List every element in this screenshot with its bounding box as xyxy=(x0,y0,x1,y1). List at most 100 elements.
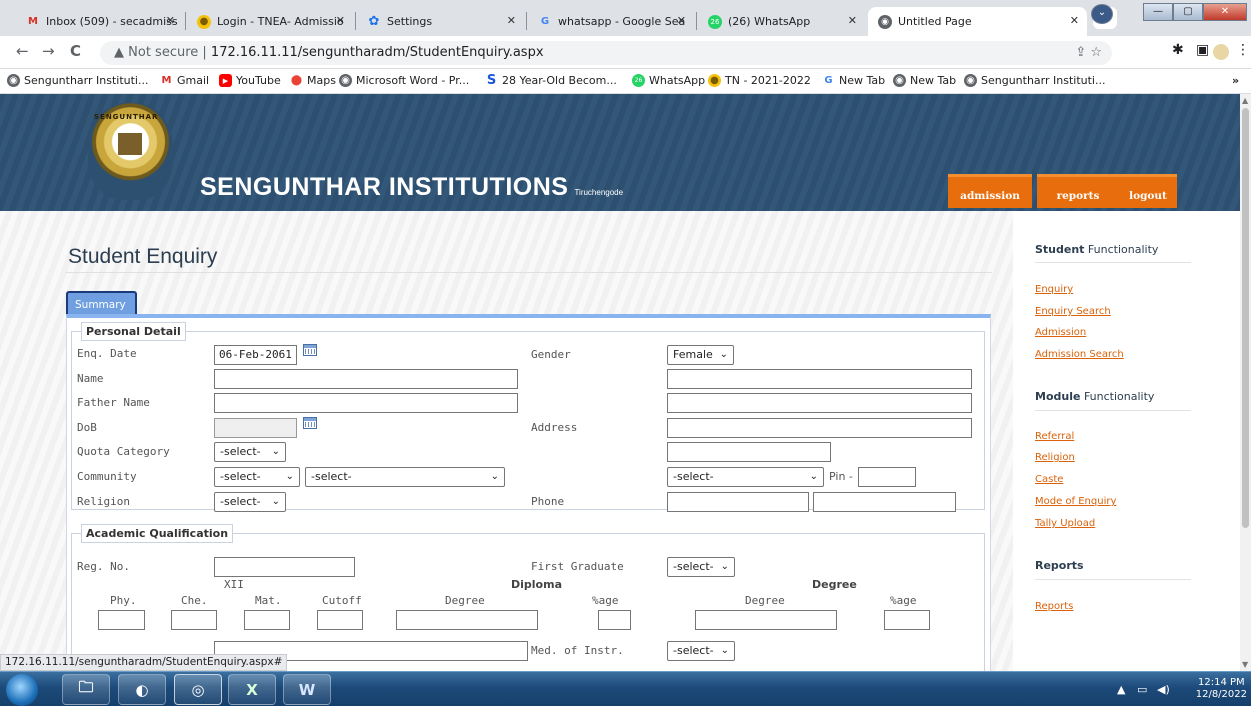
diploma-percent-field[interactable] xyxy=(598,610,631,630)
gmail-icon: M xyxy=(161,75,172,86)
close-window-button[interactable]: ✕ xyxy=(1203,3,1247,21)
quota-category-select[interactable]: -select- ⌄ xyxy=(214,442,286,462)
vertical-scrollbar[interactable]: ▲ ▼ xyxy=(1240,94,1251,671)
phy-field[interactable] xyxy=(98,610,145,630)
close-tab-icon[interactable]: ✕ xyxy=(166,14,175,27)
first-graduate-select[interactable]: -select- ⌄ xyxy=(667,557,735,577)
back-arrow-icon[interactable]: ← xyxy=(16,42,29,60)
bookmark-item[interactable]: M Gmail xyxy=(160,74,210,87)
sidebar-link-mode-of-enquiry[interactable]: Mode of Enquiry xyxy=(1035,496,1116,507)
diploma-degree-field[interactable] xyxy=(396,610,538,630)
forward-arrow-icon[interactable]: → xyxy=(42,42,55,60)
calendar-icon[interactable] xyxy=(303,344,317,356)
excel-icon[interactable]: X xyxy=(228,674,276,705)
community-select[interactable]: -select- ⌄ xyxy=(214,467,300,487)
gender-select[interactable]: Female ⌄ xyxy=(667,345,734,365)
firefox-icon[interactable]: ◐ xyxy=(118,674,166,705)
maximize-button[interactable]: ▢ xyxy=(1173,3,1203,21)
tab-gmail[interactable]: M Inbox (509) - secadmiss ✕ xyxy=(16,7,183,36)
enq-date-field[interactable]: 06-Feb-2061 xyxy=(214,345,297,365)
sidebar-link-caste[interactable]: Caste xyxy=(1035,474,1063,485)
father-name-field[interactable] xyxy=(214,393,518,413)
degree-percent-field[interactable] xyxy=(884,610,930,630)
cutoff-field[interactable] xyxy=(317,610,363,630)
url-field[interactable]: ▲ Not secure | 172.16.11.11/senguntharad… xyxy=(100,41,1112,65)
bookmark-item[interactable]: G New Tab xyxy=(822,74,885,87)
close-tab-icon[interactable]: ✕ xyxy=(848,14,857,27)
scroll-up-icon[interactable]: ▲ xyxy=(1242,96,1248,105)
profile-avatar[interactable] xyxy=(1213,44,1229,60)
bookmark-item[interactable]: ● TN - 2021-2022 xyxy=(708,74,811,87)
bookmark-item[interactable]: ◉ Microsoft Word - Pr... xyxy=(339,74,469,87)
scroll-down-icon[interactable]: ▼ xyxy=(1242,660,1248,669)
district-select[interactable]: -select- ⌄ xyxy=(667,467,824,487)
tab-settings[interactable]: ✿ Settings ✕ xyxy=(357,7,524,36)
system-clock[interactable]: 12:14 PM 12/8/2022 xyxy=(1196,677,1247,701)
address-line-4[interactable] xyxy=(667,442,831,462)
sidepanel-icon[interactable]: ▣ xyxy=(1196,42,1209,58)
phone-field-1[interactable] xyxy=(667,492,809,512)
reg-no-field[interactable] xyxy=(214,557,355,577)
tab-title: Inbox (509) - secadmiss xyxy=(46,15,178,28)
bookmarks-overflow-button[interactable]: » xyxy=(1232,74,1239,87)
bookmark-item[interactable]: S 28 Year-Old Becom... xyxy=(485,73,617,88)
medium-of-instruction-select[interactable]: -select- ⌄ xyxy=(667,641,735,661)
che-field[interactable] xyxy=(171,610,217,630)
tab-whatsapp[interactable]: 26 (26) WhatsApp ✕ xyxy=(698,7,865,36)
file-explorer-icon[interactable]: 🗀 xyxy=(62,674,110,705)
sidebar-link-religion[interactable]: Religion xyxy=(1035,452,1075,463)
bookmark-item[interactable]: ◉ Senguntharr Instituti... xyxy=(964,74,1105,87)
youtube-icon: ▶ xyxy=(219,74,232,87)
nav-admission[interactable]: admission xyxy=(948,174,1032,208)
globe-icon: ◉ xyxy=(893,74,906,87)
close-tab-icon[interactable]: ✕ xyxy=(677,14,686,27)
enquiry-form: Personal Detail Enq. Date 06-Feb-2061 Na… xyxy=(66,314,991,671)
sidebar-link-tally-upload[interactable]: Tally Upload xyxy=(1035,518,1095,529)
sidebar-link-reports[interactable]: Reports xyxy=(1035,601,1073,612)
close-tab-icon[interactable]: ✕ xyxy=(336,14,345,27)
sidebar-link-enquiry-search[interactable]: Enquiry Search xyxy=(1035,306,1111,317)
close-tab-icon[interactable]: ✕ xyxy=(1070,14,1079,27)
address-line-1[interactable] xyxy=(667,369,972,389)
tray-expand-icon[interactable]: ▲ xyxy=(1117,683,1125,696)
name-field[interactable] xyxy=(214,369,518,389)
bookmark-item[interactable]: 26 WhatsApp xyxy=(632,74,705,87)
tab-tnea[interactable]: ● Login - TNEA- Admissio ✕ xyxy=(187,7,353,36)
caste-select[interactable]: -select- ⌄ xyxy=(305,467,505,487)
word-icon[interactable]: W xyxy=(283,674,331,705)
sidebar-link-admission-search[interactable]: Admission Search xyxy=(1035,349,1124,360)
pin-field[interactable] xyxy=(858,467,916,487)
menu-kebab-icon[interactable]: ⋮ xyxy=(1236,42,1250,58)
tab-search-icon[interactable]: ⌄ xyxy=(1091,4,1113,24)
start-button[interactable] xyxy=(6,674,38,706)
address-line-2[interactable] xyxy=(667,393,972,413)
reload-icon[interactable]: C xyxy=(70,42,81,60)
tab-google-search[interactable]: G whatsapp - Google Sea ✕ xyxy=(528,7,694,36)
sidebar-link-referral[interactable]: Referral xyxy=(1035,431,1074,442)
degree-field[interactable] xyxy=(695,610,837,630)
share-bookmark-icons[interactable]: ⇪ ☆ xyxy=(1075,41,1102,65)
bookmark-item[interactable]: ▶ YouTube xyxy=(219,74,281,87)
bookmark-item[interactable]: ◉ Senguntharr Instituti... xyxy=(7,74,148,87)
address-line-3[interactable] xyxy=(667,418,972,438)
minimize-button[interactable]: — xyxy=(1143,3,1173,21)
scrollbar-thumb[interactable] xyxy=(1242,108,1249,528)
bookmark-item[interactable]: ◉ New Tab xyxy=(893,74,956,87)
close-tab-icon[interactable]: ✕ xyxy=(507,14,516,27)
phone-field-2[interactable] xyxy=(813,492,956,512)
warning-icon: ▲ xyxy=(114,45,129,60)
sidebar-link-enquiry[interactable]: Enquiry xyxy=(1035,284,1073,295)
extensions-icon[interactable]: ✱ xyxy=(1172,42,1184,58)
nav-logout[interactable]: logout xyxy=(1119,174,1177,208)
sidebar-link-admission[interactable]: Admission xyxy=(1035,327,1086,338)
dob-field[interactable] xyxy=(214,418,297,438)
calendar-icon[interactable] xyxy=(303,417,317,429)
tab-untitled-page[interactable]: ◉ Untitled Page ✕ xyxy=(868,7,1087,36)
chrome-icon[interactable]: ◎ xyxy=(174,674,222,705)
nav-reports[interactable]: reports xyxy=(1037,174,1119,208)
mat-field[interactable] xyxy=(244,610,290,630)
bookmark-item[interactable]: ⬤ Maps xyxy=(290,74,336,87)
network-icon[interactable]: ▭ xyxy=(1137,683,1147,696)
volume-icon[interactable]: ◀) xyxy=(1157,683,1170,696)
religion-select[interactable]: -select- ⌄ xyxy=(214,492,286,512)
